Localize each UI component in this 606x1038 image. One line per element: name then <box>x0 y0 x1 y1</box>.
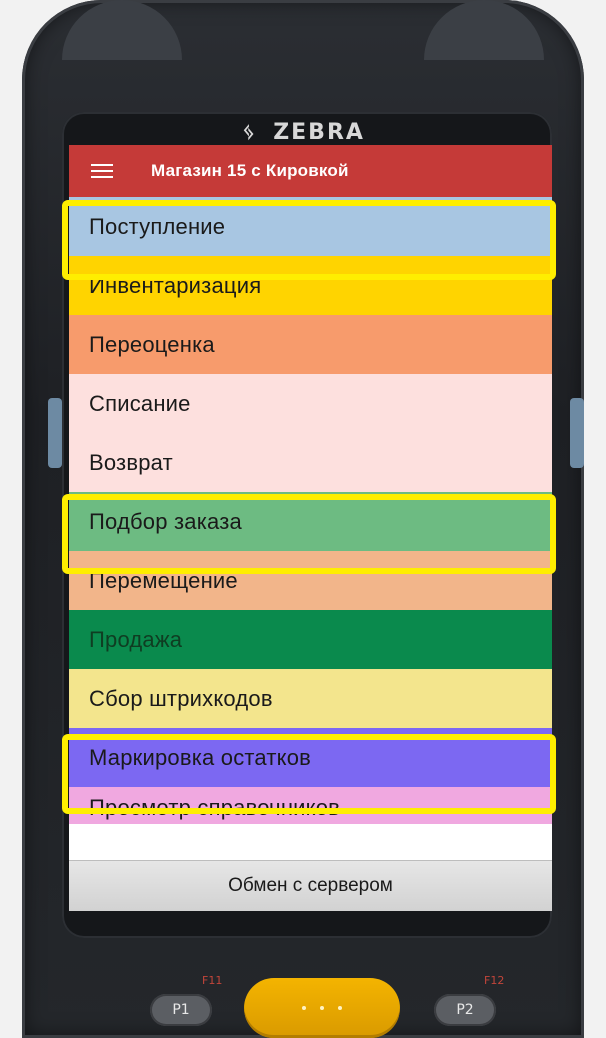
menu-item-label: Просмотр справочников <box>89 795 341 820</box>
menu-item-sbor-shtrihkodov[interactable]: Сбор штрихкодов <box>69 669 552 728</box>
main-menu: Поступление Инвентаризация Переоценка Сп… <box>69 197 552 824</box>
app-bar-title: Магазин 15 с Кировкой <box>151 161 349 180</box>
menu-item-spisanie[interactable]: Списание <box>69 374 552 433</box>
device-top-bumper-left <box>62 0 182 60</box>
scan-dot-icon <box>338 1006 342 1010</box>
f12-label: F12 <box>484 974 505 987</box>
scan-trigger-key[interactable] <box>244 978 400 1038</box>
brand-text: ZEBRA <box>273 120 365 145</box>
menu-item-label: Перемещение <box>89 567 238 593</box>
zebra-logo-icon: ᛃ <box>242 120 258 145</box>
side-scan-button-right[interactable] <box>570 398 584 468</box>
side-scan-button-left[interactable] <box>48 398 62 468</box>
menu-item-peremeschenie[interactable]: Перемещение <box>69 551 552 610</box>
menu-item-prosmotr-spravochnikov[interactable]: Просмотр справочников <box>69 787 552 824</box>
screenshot-stage: ᛃ ZEBRA Магазин 15 с Кировкой Поступление… <box>0 0 606 1038</box>
menu-item-podbor-zakaza[interactable]: Подбор заказа <box>69 492 552 551</box>
p2-key[interactable]: P2 <box>434 994 496 1026</box>
menu-item-prodazha[interactable]: Продажа <box>69 610 552 669</box>
menu-item-pereotsenka[interactable]: Переоценка <box>69 315 552 374</box>
menu-item-label: Поступление <box>89 213 226 239</box>
menu-item-label: Возврат <box>89 449 173 475</box>
menu-item-label: Списание <box>89 390 191 416</box>
menu-item-markirovka-ostatkov[interactable]: Маркировка остатков <box>69 728 552 787</box>
app-bar: Магазин 15 с Кировкой <box>69 145 552 197</box>
device-top-bumper-right <box>424 0 544 60</box>
menu-item-postuplenie[interactable]: Поступление <box>69 197 552 256</box>
hamburger-menu-icon[interactable] <box>91 164 113 178</box>
p1-key[interactable]: P1 <box>150 994 212 1026</box>
menu-item-vozvrat[interactable]: Возврат <box>69 433 552 492</box>
device-keypad: F11 F12 P1 P2 <box>120 960 510 1038</box>
menu-item-inventarizatsiya[interactable]: Инвентаризация <box>69 256 552 315</box>
exchange-with-server-button[interactable]: Обмен с сервером <box>69 860 552 911</box>
menu-item-label: Продажа <box>89 626 183 652</box>
menu-item-label: Сбор штрихкодов <box>89 685 273 711</box>
scan-dot-icon <box>302 1006 306 1010</box>
menu-item-label: Инвентаризация <box>89 272 262 298</box>
menu-item-label: Переоценка <box>89 331 215 357</box>
menu-item-label: Подбор заказа <box>89 508 242 534</box>
app-screen: Магазин 15 с Кировкой Поступление Инвент… <box>69 145 552 911</box>
scan-dot-icon <box>320 1006 324 1010</box>
menu-item-label: Маркировка остатков <box>89 744 312 770</box>
device-brand-logo: ᛃ ZEBRA <box>242 120 365 145</box>
f11-label: F11 <box>202 974 223 987</box>
